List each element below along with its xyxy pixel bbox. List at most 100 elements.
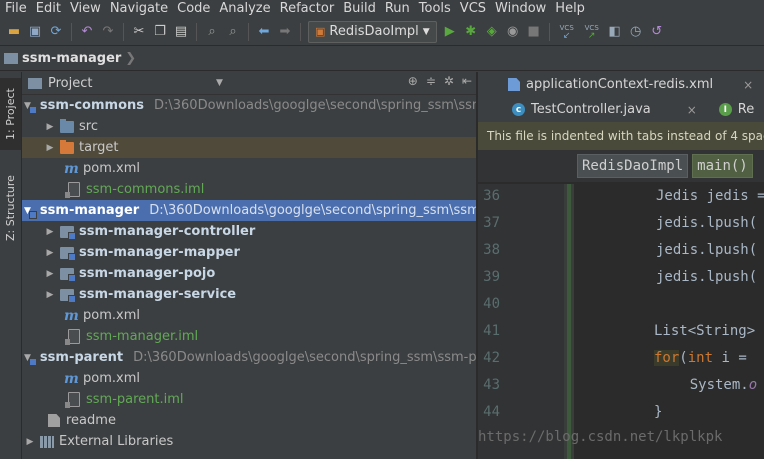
sync-icon[interactable]: ⟳ (48, 24, 64, 40)
code-line[interactable]: jedis.lpush( (656, 269, 757, 285)
tree-item-iml[interactable]: ssm-parent.iml (22, 389, 476, 410)
line-number: 38 (483, 242, 500, 258)
menu-refactor[interactable]: Refactor (275, 1, 339, 16)
code-line[interactable]: } (654, 404, 662, 420)
open-folder-icon[interactable]: ▬ (6, 24, 22, 40)
tree-item-external-libraries[interactable]: ▶ External Libraries (22, 431, 476, 452)
tree-item-ssm-manager-mapper[interactable]: ▶ ssm-manager-mapper (22, 242, 476, 263)
copy-icon[interactable]: ❐ (152, 24, 168, 40)
tree-item-iml[interactable]: ssm-manager.iml (22, 326, 476, 347)
collapsed-arrow-icon[interactable]: ▶ (44, 248, 56, 258)
menu-help[interactable]: Help (550, 1, 589, 16)
collapsed-arrow-icon[interactable]: ▶ (44, 143, 56, 153)
code-line[interactable]: for(int i = (654, 350, 747, 366)
tree-item-pom[interactable]: m pom.xml (22, 305, 476, 326)
module-folder-icon (60, 246, 76, 261)
collapsed-arrow-icon[interactable]: ▶ (44, 290, 56, 300)
chevron-down-icon[interactable]: ▼ (216, 78, 223, 88)
tree-item-label: pom.xml (83, 308, 140, 323)
menu-code[interactable]: Code (172, 1, 214, 16)
back-icon[interactable]: ⬅ (256, 24, 272, 40)
collapsed-arrow-icon[interactable]: ▶ (24, 437, 36, 447)
folder-icon (4, 53, 18, 64)
compare-icon[interactable]: ◧ (607, 24, 623, 40)
tree-item-ssm-parent[interactable]: ▼ ssm-parent D:\360Downloads\googlge\sec… (22, 347, 476, 368)
breadcrumb-project[interactable]: ssm-manager (22, 51, 121, 66)
tree-item-ssm-manager-controller[interactable]: ▶ ssm-manager-controller (22, 221, 476, 242)
locate-icon[interactable]: ⊕ (408, 74, 418, 88)
replace-icon[interactable]: ⌕ (225, 24, 241, 40)
profile-icon[interactable]: ◉ (505, 24, 521, 40)
tab-project-tool[interactable]: 1: Project (0, 78, 21, 150)
tree-item-label: ssm-parent.iml (86, 392, 184, 407)
toolbar-separator (300, 22, 301, 41)
tab-structure-tool[interactable]: Z: Structure (0, 164, 21, 252)
tree-item-ssm-manager-service[interactable]: ▶ ssm-manager-service (22, 284, 476, 305)
crumb-method[interactable]: main() (692, 154, 753, 178)
tree-item-path: D:\360Downloads\googlge\second\spring_ss… (149, 203, 476, 218)
paste-icon[interactable]: ▤ (173, 24, 189, 40)
menu-edit[interactable]: Edit (31, 1, 65, 16)
tree-item-label: readme (66, 413, 116, 428)
redo-icon[interactable]: ↷ (100, 24, 116, 40)
run-config-label: RedisDaoImpl (329, 24, 419, 39)
collapsed-arrow-icon[interactable]: ▶ (44, 269, 56, 279)
debug-icon[interactable]: ✱ (463, 24, 479, 40)
code-line[interactable]: jedis.lpush( (656, 215, 757, 231)
tab-testcontroller[interactable]: c TestController.java × (478, 97, 705, 122)
hide-icon[interactable]: ⇤ (462, 74, 472, 88)
forward-icon[interactable]: ➡ (277, 24, 293, 40)
menu-run[interactable]: Run (380, 1, 414, 16)
gear-icon[interactable]: ✲ (444, 74, 454, 88)
code-prefix: System. (656, 377, 749, 393)
find-icon[interactable]: ⌕ (204, 24, 220, 40)
tree-item-label: External Libraries (59, 434, 174, 449)
menu-tools[interactable]: Tools (414, 1, 455, 16)
library-icon (40, 435, 54, 448)
code-line[interactable]: System.o (656, 377, 757, 393)
menu-analyze[interactable]: Analyze (214, 1, 274, 16)
crumb-class[interactable]: RedisDaoImpl (577, 154, 689, 178)
tree-item-pom[interactable]: m pom.xml (22, 158, 476, 179)
collapsed-arrow-icon[interactable]: ▶ (44, 122, 56, 132)
rollback-icon[interactable]: ↺ (649, 24, 665, 40)
tree-item-ssm-commons[interactable]: ▼ ssm-commons D:\360Downloads\googlge\se… (22, 95, 476, 116)
tree-item-target[interactable]: ▶ target (22, 137, 476, 158)
code-line[interactable]: jedis.lpush( (656, 242, 757, 258)
coverage-icon[interactable]: ◈ (484, 24, 500, 40)
save-all-icon[interactable]: ▣ (27, 24, 43, 40)
cut-icon[interactable]: ✂ (131, 24, 147, 40)
code-line[interactable]: List<String> (654, 323, 755, 339)
history-icon[interactable]: ◷ (628, 24, 644, 40)
tab-applicationcontext-redis[interactable]: applicationContext-redis.xml × (478, 72, 761, 97)
stop-icon[interactable]: ■ (526, 24, 542, 40)
tree-item-src[interactable]: ▶ src (22, 116, 476, 137)
vcs-commit-icon[interactable]: VCS ↗ (582, 24, 602, 41)
menu-view[interactable]: View (65, 1, 105, 16)
menu-window[interactable]: Window (490, 1, 550, 16)
collapsed-arrow-icon[interactable]: ▶ (44, 227, 56, 237)
tree-item-ssm-manager-pojo[interactable]: ▶ ssm-manager-pojo (22, 263, 476, 284)
keyword-for: for (654, 350, 680, 366)
menu-navigate[interactable]: Navigate (105, 1, 172, 16)
run-icon[interactable]: ▶ (442, 24, 458, 40)
tree-item-ssm-manager[interactable]: ▼ ssm-manager D:\360Downloads\googlge\se… (22, 200, 476, 221)
project-panel-title[interactable]: Project (48, 76, 92, 91)
undo-icon[interactable]: ↶ (79, 24, 95, 40)
close-icon[interactable]: × (687, 103, 697, 117)
run-configuration-select[interactable]: ▣ RedisDaoImpl ▼ (308, 20, 437, 43)
tree-item-pom[interactable]: m pom.xml (22, 368, 476, 389)
tree-item-readme[interactable]: readme (22, 410, 476, 431)
collapse-icon[interactable]: ≑ (426, 74, 436, 88)
menu-vcs[interactable]: VCS (455, 1, 490, 16)
tree-item-iml[interactable]: ssm-commons.iml (22, 179, 476, 200)
tab-redisdao[interactable]: I Re (705, 97, 762, 122)
toolbar-separator (248, 22, 249, 41)
menu-file[interactable]: File (0, 1, 31, 16)
close-icon[interactable]: × (743, 78, 753, 92)
project-panel: Project ▼ ⊕ ≑ ✲ ⇤ ▼ ssm-commons D:\360Do… (22, 72, 476, 459)
maven-icon: m (64, 370, 79, 387)
menu-build[interactable]: Build (338, 1, 380, 16)
code-line[interactable]: Jedis jedis = (656, 188, 764, 204)
vcs-update-icon[interactable]: VCS ↙ (557, 24, 577, 41)
